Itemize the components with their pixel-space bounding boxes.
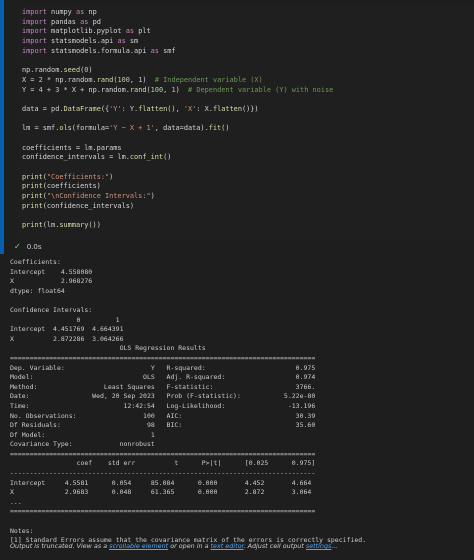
output-line: Model: OLS Adj. R-squared: 0.974 <box>10 373 316 382</box>
cell-status: ✓ 0.0s <box>14 242 41 251</box>
code-line[interactable] <box>22 115 333 125</box>
code-line[interactable]: import numpy as np <box>22 8 333 18</box>
output-line: Method: Least Squares F-statistic: 3766. <box>10 382 316 391</box>
notice-text: . Adjust cell output <box>243 542 306 550</box>
code-line[interactable]: Y = 4 + 3 * X + np.random.rand(100, 1) #… <box>22 86 333 96</box>
output-line: X 2.9683 0.048 61.365 0.000 2.872 3.064 <box>10 488 312 497</box>
code-line[interactable]: np.random.seed(0) <box>22 66 333 76</box>
code-line[interactable]: lm = smf.ols(formula='Y ~ X + 1', data=d… <box>22 124 333 134</box>
code-line[interactable]: data = pd.DataFrame({'Y': Y.flatten(), '… <box>22 105 333 115</box>
check-icon: ✓ <box>14 242 21 251</box>
code-cell[interactable]: import numpy as np import pandas as pd imp… <box>0 0 474 254</box>
execution-time: 0.0s <box>26 242 42 251</box>
code-line[interactable]: print("\nConfidence Intervals:") <box>22 192 333 202</box>
code-line[interactable]: import matplotlib.pyplot as plt <box>22 27 333 37</box>
code-line[interactable]: import statsmodels.api as sm <box>22 37 333 47</box>
output-line: Confidence Intervals: <box>10 305 93 314</box>
output-line: ----------------------------------------… <box>10 469 316 478</box>
output-line: Notes: <box>10 526 34 535</box>
output-line: Df Model: 1 <box>10 430 155 439</box>
code-line[interactable]: print(coefficients) <box>22 182 333 192</box>
output-line: Intercept 4.5581 0.054 85.084 0.000 4.45… <box>10 478 312 487</box>
code-line[interactable]: print("Coefficients:") <box>22 173 333 183</box>
output-line: coef std err t P>|t| [0.025 0.975] <box>10 459 316 468</box>
output-line: Coefficients: <box>10 258 61 266</box>
text-editor-link[interactable]: text editor <box>211 542 244 550</box>
code-line[interactable]: import statsmodels.formula.api as smf <box>22 47 333 57</box>
output-line: X 2.968276 <box>10 277 93 286</box>
notice-text: Output is truncated. View as a <box>10 542 110 550</box>
output-line: Time: 12:42:54 Log-Likelihood: -13.196 <box>10 401 316 410</box>
output-line: X 2.872286 3.064266 <box>10 334 124 343</box>
scrollable-element-link[interactable]: scrollable element <box>109 542 168 550</box>
output-line: Dep. Variable: Y R-squared: 0.975 <box>10 363 316 372</box>
code-line[interactable] <box>22 163 333 173</box>
output-truncated-notice: Output is truncated. View as a scrollabl… <box>10 542 337 550</box>
code-line[interactable]: confidence_intervals = lm.conf_int() <box>22 153 333 163</box>
notice-text: or open in a <box>168 542 211 550</box>
code-line[interactable] <box>22 211 333 221</box>
output-line: ========================================… <box>10 507 316 516</box>
code-line[interactable]: print(confidence_intervals) <box>22 202 333 212</box>
output-line: ========================================… <box>10 353 316 362</box>
output-line: Intercept 4.451769 4.664391 <box>10 325 124 334</box>
notice-text: ... <box>331 542 338 550</box>
code-line[interactable]: X = 2 * np.random.rand(100, 1) # Indepen… <box>22 76 333 86</box>
code-line[interactable] <box>22 56 333 66</box>
output-line: 0 1 <box>10 315 120 324</box>
code-text[interactable]: import numpy as np import pandas as pd imp… <box>22 8 333 231</box>
output-line: Df Residuals: 98 BIC: 35.60 <box>10 421 316 430</box>
code-line[interactable]: coefficients = lm.params <box>22 144 333 154</box>
cell-output: Coefficients: Intercept 4.558080 X 2.96827… <box>10 258 366 546</box>
code-line[interactable] <box>22 95 333 105</box>
code-line[interactable]: print(lm.summary()) <box>22 221 333 231</box>
cell-focus-indicator <box>0 0 4 254</box>
settings-link[interactable]: settings <box>306 542 332 550</box>
output-line: ... <box>10 497 22 506</box>
output-line: Date: Wed, 20 Sep 2023 Prob (F-statistic… <box>10 392 316 401</box>
output-line: OLS Regression Results <box>10 344 206 353</box>
code-line[interactable] <box>22 134 333 144</box>
output-line: ========================================… <box>10 449 316 458</box>
output-line: dtype: float64 <box>10 286 65 295</box>
code-line[interactable]: import pandas as pd <box>22 18 333 28</box>
output-line: No. Observations: 100 AIC: 30.39 <box>10 411 316 420</box>
output-line: Intercept 4.558080 <box>10 267 93 276</box>
output-line: Covariance Type: nonrobust <box>10 440 155 449</box>
